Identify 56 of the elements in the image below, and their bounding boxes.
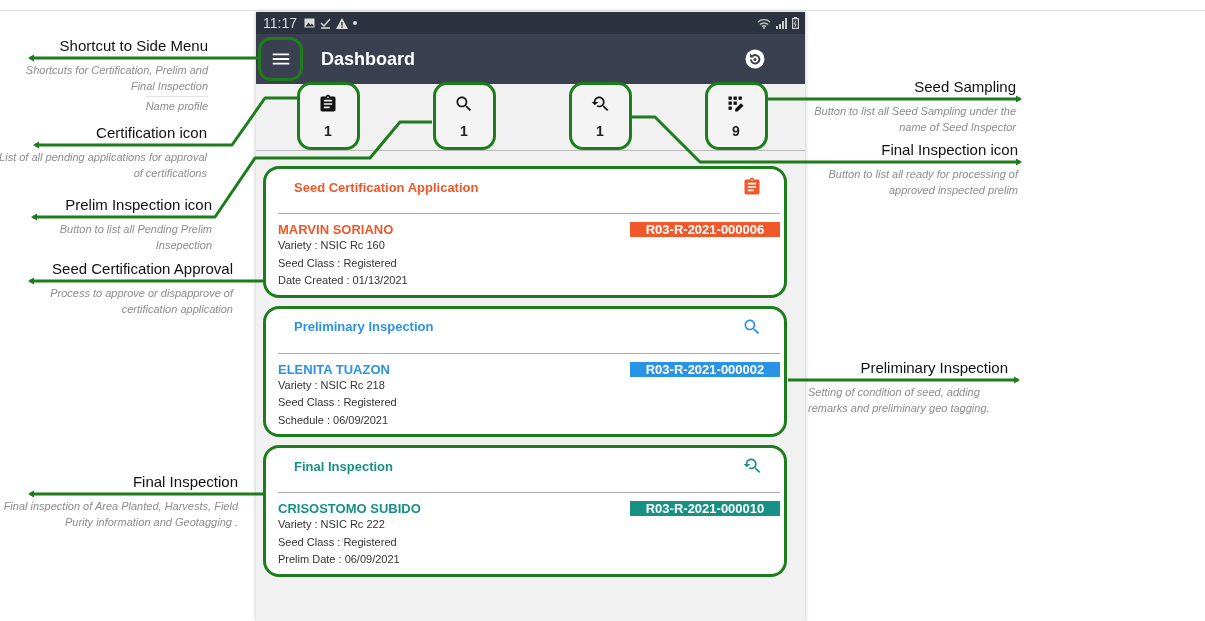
search-history-icon bbox=[742, 456, 762, 476]
refresh-icon[interactable] bbox=[745, 49, 765, 69]
card-title: Final Inspection bbox=[294, 458, 393, 474]
detail-text: Schedule : 06/09/2021 bbox=[278, 412, 389, 428]
status-time: 11:17 bbox=[263, 15, 297, 31]
shortcut-button[interactable]: 9 bbox=[704, 82, 768, 150]
clipboard-icon bbox=[318, 93, 338, 114]
annotation-text: Shortcuts for Certification, Prelim and Final Inspection bbox=[24, 63, 208, 94]
signal-icon bbox=[776, 17, 787, 29]
detail-text: Date Created : 01/13/2021 bbox=[278, 273, 408, 288]
annotation-title: Preliminary Inspection bbox=[860, 359, 1008, 377]
annotation-title: Prelim Inspection icon bbox=[65, 196, 212, 214]
applicant-name: ELENITA TUAZON bbox=[278, 361, 390, 377]
applicant-name: CRISOSTOMO SUBIDO bbox=[278, 501, 421, 516]
record-card[interactable]: Preliminary Inspection ELENITA TUAZON R03-R-2021-000002 Variety : NSIC Rc 218 Seed Class : Registered Schedule : 06/09/2021 bbox=[263, 305, 787, 437]
shortcut-button[interactable]: 1 bbox=[568, 82, 632, 150]
detail-text: Variety : NSIC Rc 222 bbox=[278, 517, 385, 532]
annotation-title: Seed Certification Approval bbox=[52, 260, 233, 278]
wifi-icon bbox=[757, 17, 771, 29]
detail-text: Seed Class : Registered bbox=[278, 395, 397, 410]
annotation-text: Name profile bbox=[145, 96, 208, 114]
annotation-title: Shortcut to Side Menu bbox=[59, 37, 208, 55]
annotation-title: Seed Sampling bbox=[914, 78, 1016, 96]
check-icon bbox=[320, 17, 331, 29]
battery-icon bbox=[792, 17, 799, 29]
menu-button[interactable] bbox=[258, 37, 303, 81]
record-card[interactable]: Final Inspection CRISOSTOMO SUBIDO R03-R-2021-000010 Variety : NSIC Rc 222 Seed Class : Registered Prelim Date : 06/09/2021 bbox=[263, 445, 787, 577]
detail-text: Prelim Date : 06/09/2021 bbox=[278, 552, 400, 567]
shortcut-button[interactable]: 1 bbox=[296, 82, 360, 150]
record-card[interactable]: Seed Certification Application MARVIN SORIANO R03-R-2021-000006 Variety : NSIC Rc 160 Seed Class : Registered Date Created : 01/13/2021 bbox=[263, 166, 787, 298]
app-title: Dashboard bbox=[321, 48, 416, 70]
reference-badge: R03-R-2021-000006 bbox=[630, 222, 780, 237]
annotation-text: Setting of condition of seed, adding remarks and preliminary geo tagging. bbox=[808, 385, 991, 416]
detail-text: Variety : NSIC Rc 160 bbox=[278, 238, 385, 253]
card-title: Seed Certification Application bbox=[294, 179, 479, 195]
annotation-text: Button to list all Pending Prelim Insepection bbox=[58, 222, 212, 253]
clipboard-icon bbox=[742, 177, 762, 197]
detail-text: Seed Class : Registered bbox=[278, 255, 397, 271]
reference-badge: R03-R-2021-000010 bbox=[630, 501, 780, 516]
detail-text: Seed Class : Registered bbox=[278, 534, 397, 550]
annotation-title: Final Inspection bbox=[132, 473, 238, 491]
annotation-title: Final Inspection icon bbox=[881, 141, 1018, 159]
annotation-title: Certification icon bbox=[96, 124, 207, 142]
warning-icon bbox=[336, 17, 348, 29]
dot-icon bbox=[353, 21, 357, 25]
annotation-text: Process to approve or dispapprove of certification application bbox=[49, 286, 233, 317]
annotation-text: Button to list all ready for processing of approved inspected prelim bbox=[827, 167, 1018, 198]
annotation-text: Final inspection of Area Planted, Harvests, Field Purity information and Geotagging . bbox=[3, 499, 238, 530]
applicant-name: MARVIN SORIANO bbox=[278, 222, 394, 237]
detail-text: Variety : NSIC Rc 218 bbox=[278, 377, 385, 393]
card-title: Preliminary Inspection bbox=[294, 319, 434, 334]
shortcut-button[interactable]: 1 bbox=[432, 82, 496, 150]
annotation-text: Button to list all Seed Sampling under the name of Seed Inspector bbox=[813, 104, 1016, 135]
annotation-text: List of all pending applications for approval of certifications bbox=[0, 150, 207, 181]
image-icon bbox=[304, 18, 315, 28]
reference-badge: R03-R-2021-000002 bbox=[630, 361, 780, 377]
